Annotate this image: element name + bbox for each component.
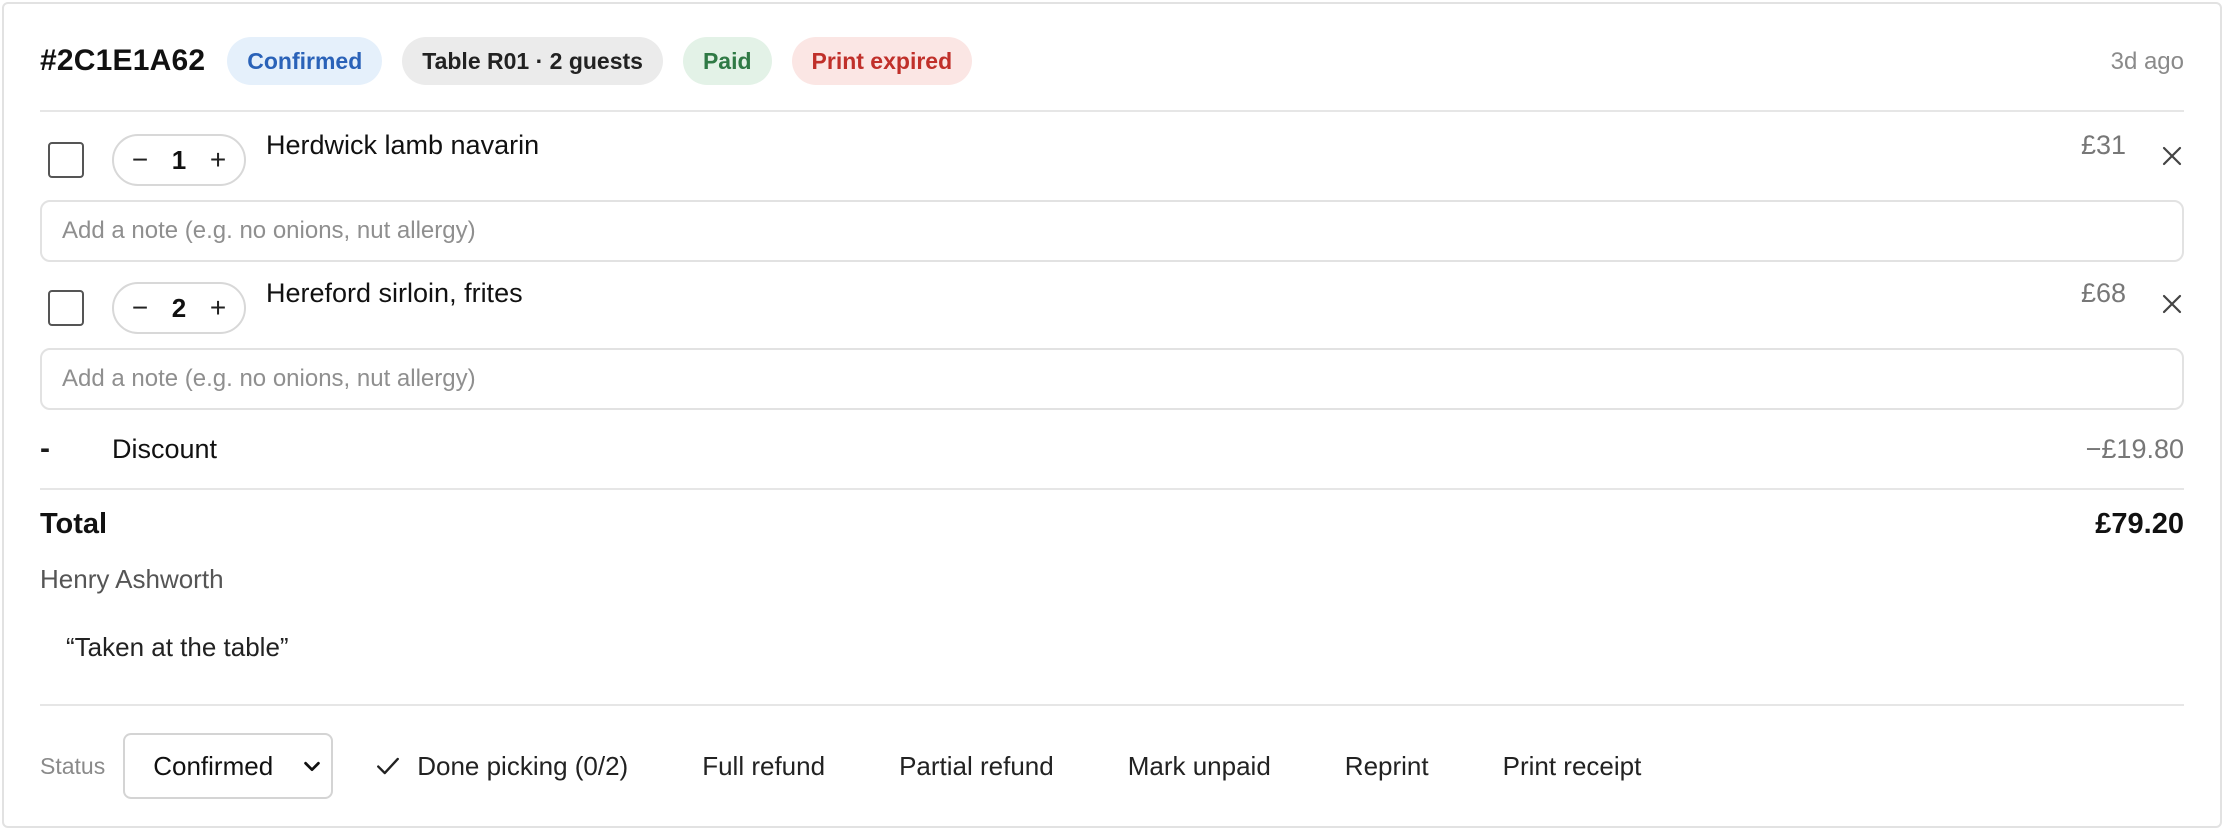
order-actions-bar: Status Confirmed Done picking (0/2) Full… [40,732,2184,800]
item-name: Hereford sirloin, frites [266,278,523,308]
increase-quantity-button[interactable]: + [206,146,230,174]
item-price: £31 [2080,130,2126,160]
order-header: #2C1E1A62 Confirmed Table R01 · 2 guests… [40,36,2184,86]
table-badge: Table R01 · 2 guests [402,37,663,85]
reprint-button[interactable]: Reprint [1345,751,1429,782]
print-receipt-button[interactable]: Print receipt [1503,751,1642,782]
order-card: #2C1E1A62 Confirmed Table R01 · 2 guests… [2,2,2222,828]
discount-row: - Discount −£19.80 [40,432,2184,470]
chevron-down-icon [304,761,321,772]
order-id: #2C1E1A62 [40,44,206,77]
check-icon [377,757,400,775]
status-select-value: Confirmed [153,750,274,781]
discount-label: Discount [112,434,218,464]
total-label: Total [40,508,108,540]
item-price: £68 [2080,278,2126,308]
customer-name: Henry Ashworth [40,564,224,594]
decrease-quantity-button[interactable]: − [128,146,152,174]
total-amount: £79.20 [2095,508,2184,540]
order-note: “Taken at the table” [66,632,289,662]
discount-sign: - [40,432,50,465]
divider [40,110,2184,112]
print-status-badge: Print expired [791,37,973,85]
close-icon[interactable] [2160,292,2184,316]
decrease-quantity-button[interactable]: − [128,294,152,322]
quantity-stepper: − 2 + [112,282,246,334]
close-icon[interactable] [2160,144,2184,168]
discount-amount: −£19.80 [2085,434,2184,464]
line-item: − 2 + Hereford sirloin, frites £68 [40,278,2184,338]
done-picking-button[interactable]: Done picking (0/2) [375,751,628,782]
item-note-input[interactable] [40,200,2184,262]
partial-refund-button[interactable]: Partial refund [899,751,1054,782]
total-row: Total £79.20 [40,508,2184,544]
increase-quantity-button[interactable]: + [206,294,230,322]
full-refund-button[interactable]: Full refund [702,751,825,782]
item-picked-checkbox[interactable] [48,142,84,178]
status-label: Status [40,752,106,779]
order-timestamp: 3d ago [2110,48,2184,75]
line-item: − 1 + Herdwick lamb navarin £31 [40,130,2184,190]
quantity-stepper: − 1 + [112,134,246,186]
divider [40,488,2184,490]
mark-unpaid-button[interactable]: Mark unpaid [1128,751,1271,782]
divider [40,704,2184,706]
item-picked-checkbox[interactable] [48,290,84,326]
done-picking-label: Done picking (0/2) [417,750,629,781]
status-badge: Confirmed [227,37,383,85]
item-name: Herdwick lamb navarin [266,130,540,160]
payment-badge: Paid [682,37,772,85]
quantity-value: 1 [171,144,187,175]
item-note-input[interactable] [40,348,2184,410]
quantity-value: 2 [171,292,187,323]
status-select[interactable]: Confirmed [123,733,334,799]
